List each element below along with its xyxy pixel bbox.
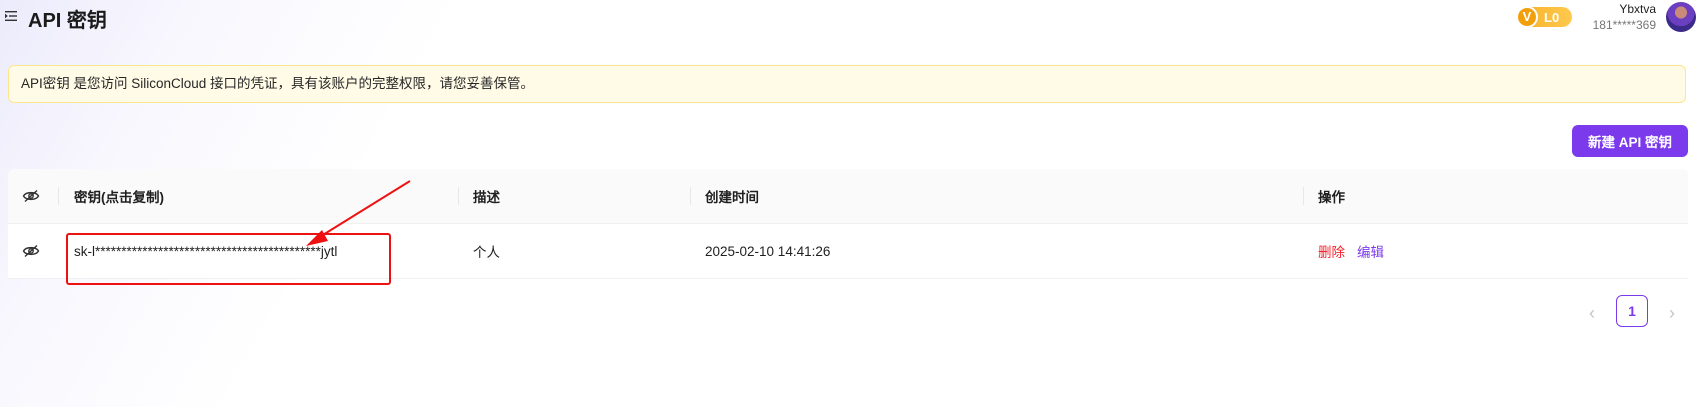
user-phone: 181*****369	[1592, 18, 1656, 32]
pagination-page-1[interactable]: 1	[1616, 295, 1648, 327]
key-created-time: 2025-02-10 14:41:26	[705, 243, 831, 259]
key-description: 个人	[473, 245, 500, 260]
level-label: L0	[1544, 9, 1560, 25]
info-notice: API密钥 是您访问 SiliconCloud 接口的凭证，具有该账户的完整权限…	[8, 65, 1686, 103]
row-actions: 删除 编辑	[1318, 224, 1384, 278]
column-header-actions: 操作	[1318, 190, 1345, 205]
pagination-prev-button[interactable]: ‹	[1582, 303, 1602, 323]
table-header: 密钥(点击复制) 描述 创建时间 操作	[8, 169, 1688, 224]
vip-badge-icon: V	[1516, 6, 1538, 28]
column-header-key: 密钥(点击复制)	[74, 190, 164, 205]
annotation-highlight-box	[66, 233, 391, 285]
edit-key-link[interactable]: 编辑	[1357, 241, 1384, 261]
delete-key-link[interactable]: 删除	[1318, 241, 1345, 261]
level-badge[interactable]: V L0	[1516, 6, 1572, 28]
avatar[interactable]	[1666, 2, 1696, 32]
create-api-key-button[interactable]: 新建 API 密钥	[1572, 125, 1688, 157]
eye-off-icon[interactable]	[22, 189, 40, 203]
toggle-key-visibility[interactable]	[22, 224, 56, 278]
column-header-description: 描述	[473, 190, 500, 205]
page-title: API 密钥	[28, 10, 107, 32]
pagination-next-button[interactable]: ›	[1662, 303, 1682, 323]
menu-toggle-icon[interactable]	[5, 9, 17, 23]
toggle-all-visibility[interactable]	[22, 169, 56, 223]
column-header-created: 创建时间	[705, 190, 759, 205]
eye-off-icon[interactable]	[22, 244, 40, 258]
username: Ybxtva	[1619, 2, 1656, 16]
